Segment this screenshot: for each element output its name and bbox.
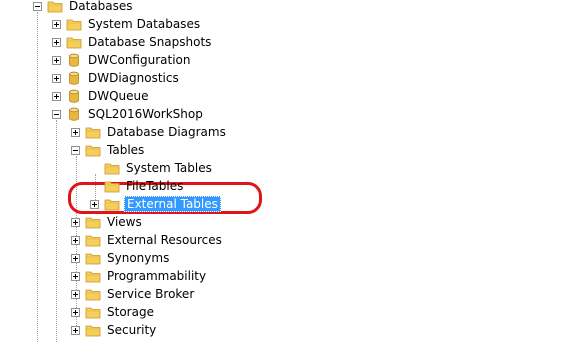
expand-icon[interactable] — [71, 307, 80, 317]
expand-icon[interactable] — [90, 199, 99, 209]
tree-node-database-diagrams[interactable]: Database Diagrams — [71, 123, 228, 141]
tree-node-external-resources[interactable]: External Resources — [71, 231, 224, 249]
tree-node-system-tables[interactable]: System Tables — [90, 159, 214, 177]
folder-icon — [85, 217, 101, 229]
tree-node-views[interactable]: Views — [71, 213, 144, 231]
tree-node-label: Views — [107, 215, 142, 229]
tree-node-label: Databases — [69, 0, 133, 13]
expand-icon[interactable] — [52, 73, 61, 83]
folder-icon — [104, 199, 120, 211]
folder-icon — [85, 307, 101, 319]
tree-node-synonyms[interactable]: Synonyms — [71, 249, 171, 267]
object-explorer-tree: Databases System Databases Database Snaps… — [0, 0, 565, 344]
tree-node-label: DWQueue — [88, 89, 149, 103]
tree-node-external-tables[interactable]: External Tables — [90, 195, 221, 213]
tree-node-dwqueue[interactable]: DWQueue — [52, 87, 151, 105]
tree-node-label: Service Broker — [107, 287, 195, 301]
tree-node-system-databases[interactable]: System Databases — [52, 15, 202, 33]
folder-icon — [66, 19, 82, 31]
tree-node-label: External Tables — [124, 196, 221, 212]
folder-icon — [104, 163, 120, 175]
tree-node-label: Database Snapshots — [88, 35, 212, 49]
expand-icon[interactable] — [52, 91, 61, 101]
tree-node-dwconfiguration[interactable]: DWConfiguration — [52, 51, 193, 69]
tree-node-filetables[interactable]: FileTables — [90, 177, 185, 195]
tree-node-databases[interactable]: Databases — [33, 0, 135, 15]
expand-icon[interactable] — [71, 289, 80, 299]
expand-icon[interactable] — [71, 127, 80, 137]
tree-node-database-snapshots[interactable]: Database Snapshots — [52, 33, 213, 51]
database-icon — [69, 53, 79, 67]
expand-icon[interactable] — [71, 271, 80, 281]
expand-icon[interactable] — [52, 37, 61, 47]
tree-node-dwdiagnostics[interactable]: DWDiagnostics — [52, 69, 181, 87]
database-icon — [69, 107, 79, 121]
folder-icon — [66, 37, 82, 49]
collapse-icon[interactable] — [33, 1, 42, 11]
tree-node-label: DWConfiguration — [88, 53, 191, 67]
tree-node-tables[interactable]: Tables — [71, 141, 146, 159]
tree-node-label: Security — [107, 323, 157, 337]
tree-node-label: Tables — [107, 143, 145, 157]
folder-icon — [85, 325, 101, 337]
tree-node-label: External Resources — [107, 233, 222, 247]
collapse-icon[interactable] — [71, 145, 80, 155]
expand-icon[interactable] — [71, 325, 80, 335]
folder-icon — [47, 1, 63, 13]
folder-icon — [85, 145, 101, 157]
tree-connector — [56, 120, 57, 342]
tree-node-service-broker[interactable]: Service Broker — [71, 285, 196, 303]
collapse-icon[interactable] — [52, 109, 61, 119]
database-icon — [69, 89, 79, 103]
tree-node-label: Database Diagrams — [107, 125, 226, 139]
tree-node-label: FileTables — [126, 179, 184, 193]
database-icon — [69, 71, 79, 85]
folder-icon — [85, 235, 101, 247]
tree-node-storage[interactable]: Storage — [71, 303, 156, 321]
folder-icon — [85, 271, 101, 283]
folder-icon — [85, 253, 101, 265]
expand-icon[interactable] — [71, 253, 80, 263]
tree-node-label: Synonyms — [107, 251, 170, 265]
folder-icon — [85, 289, 101, 301]
tree-node-label: Storage — [107, 305, 154, 319]
tree-node-label: SQL2016WorkShop — [88, 107, 203, 121]
expand-icon[interactable] — [52, 55, 61, 65]
expand-icon[interactable] — [71, 235, 80, 245]
expand-icon[interactable] — [52, 19, 61, 29]
tree-connector — [37, 12, 38, 342]
tree-node-label: System Tables — [126, 161, 212, 175]
tree-node-security[interactable]: Security — [71, 321, 158, 339]
tree-node-label: Programmability — [107, 269, 207, 283]
tree-node-programmability[interactable]: Programmability — [71, 267, 208, 285]
tree-node-label: System Databases — [88, 17, 201, 31]
folder-icon — [85, 127, 101, 139]
tree-node-label: DWDiagnostics — [88, 71, 179, 85]
expand-icon[interactable] — [71, 217, 80, 227]
folder-icon — [104, 181, 120, 193]
tree-node-sql2016workshop[interactable]: SQL2016WorkShop — [52, 105, 205, 123]
